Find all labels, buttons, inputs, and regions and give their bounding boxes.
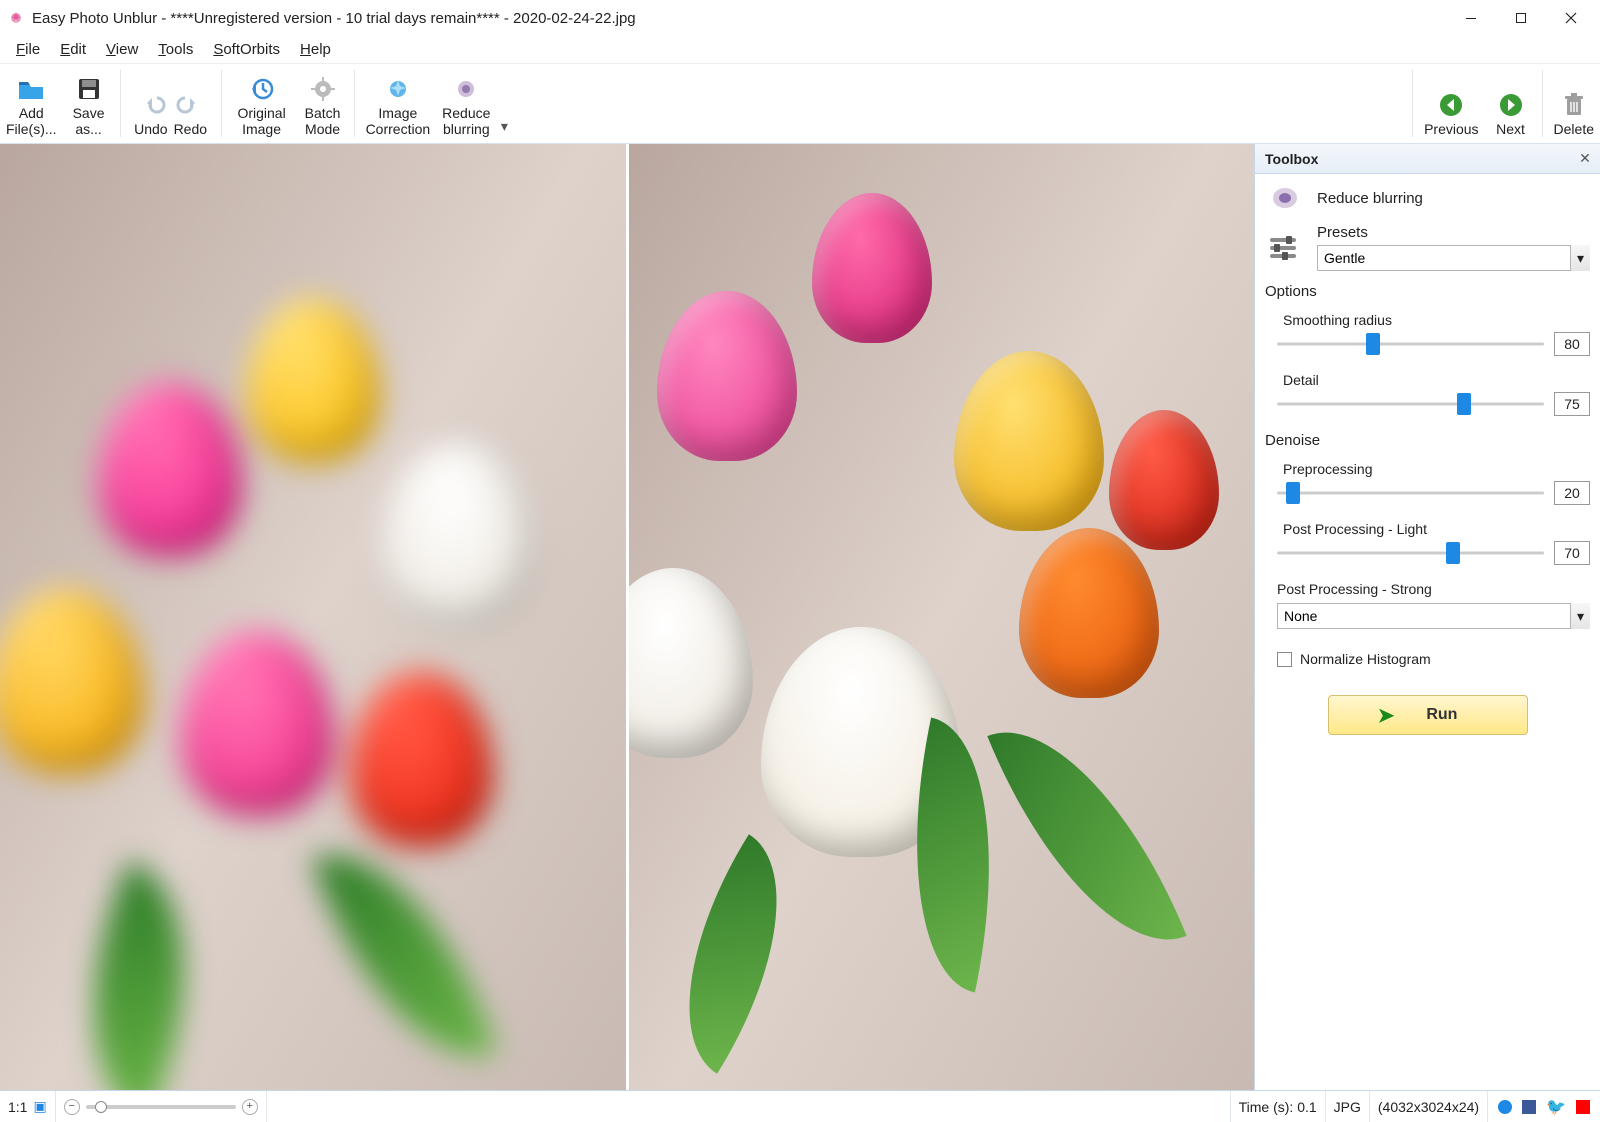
previous-button[interactable]: Previous [1418, 64, 1484, 143]
window-title: Easy Photo Unblur - ****Unregistered ver… [32, 10, 1446, 27]
status-dimensions: (4032x3024x24) [1370, 1091, 1488, 1122]
undo-label[interactable]: Undo [134, 121, 167, 137]
sparkle-icon [386, 73, 410, 105]
trash-icon [1563, 89, 1585, 121]
next-button[interactable]: Next [1485, 64, 1537, 143]
zoom-slider[interactable] [86, 1105, 236, 1109]
twitter-icon[interactable]: 🐦 [1546, 1097, 1566, 1117]
postprocessing-light-slider[interactable] [1277, 543, 1544, 563]
smoothing-radius-value[interactable]: 80 [1554, 332, 1590, 356]
facebook-icon[interactable] [1522, 1100, 1536, 1114]
batch-mode-button[interactable]: BatchMode [297, 64, 349, 143]
title-bar: Easy Photo Unblur - ****Unregistered ver… [0, 0, 1600, 36]
toolbox-close-icon[interactable]: ✕ [1576, 150, 1594, 168]
preprocessing-label: Preprocessing [1283, 461, 1590, 477]
arrow-left-icon [1438, 89, 1464, 121]
run-arrow-icon: ➤ [1378, 703, 1395, 728]
image-canvas[interactable] [0, 144, 1254, 1090]
youtube-icon[interactable] [1576, 1100, 1590, 1114]
add-files-button[interactable]: AddFile(s)... [0, 64, 63, 143]
toolbox-panel: Toolbox ✕ Reduce blurring Presets ▾ Opti… [1254, 144, 1600, 1090]
main-area: Toolbox ✕ Reduce blurring Presets ▾ Opti… [0, 144, 1600, 1090]
toolbox-mode-label: Reduce blurring [1317, 190, 1423, 207]
postprocessing-light-label: Post Processing - Light [1283, 521, 1590, 537]
delete-button[interactable]: Delete [1548, 64, 1600, 143]
status-format: JPG [1326, 1091, 1370, 1122]
folder-open-icon [17, 73, 45, 105]
redo-label[interactable]: Redo [174, 121, 207, 137]
preprocessing-value[interactable]: 20 [1554, 481, 1590, 505]
menu-help[interactable]: Help [290, 38, 341, 61]
blur-circle-icon [454, 73, 478, 105]
preprocessing-slider[interactable] [1277, 483, 1544, 503]
preview-after [629, 144, 1255, 1090]
zoom-ratio[interactable]: 1:1 ▣ [0, 1091, 56, 1122]
toolbar: AddFile(s)... Saveas... Undo Redo Origin… [0, 64, 1600, 144]
app-icon [8, 10, 24, 26]
run-button[interactable]: ➤ Run [1328, 695, 1528, 735]
gear-icon [311, 73, 335, 105]
postprocessing-strong-label: Post Processing - Strong [1277, 581, 1590, 597]
detail-label: Detail [1283, 372, 1590, 388]
arrow-right-icon [1498, 89, 1524, 121]
toolbox-title: Toolbox [1265, 151, 1576, 167]
image-correction-button[interactable]: ImageCorrection [360, 64, 437, 143]
fit-screen-icon[interactable]: ▣ [33, 1098, 46, 1115]
postprocessing-strong-select[interactable] [1277, 603, 1590, 629]
menu-tools[interactable]: Tools [148, 38, 203, 61]
save-as-button[interactable]: Saveas... [63, 64, 115, 143]
normalize-histogram-checkbox[interactable] [1277, 652, 1292, 667]
smoothing-radius-label: Smoothing radius [1283, 312, 1590, 328]
presets-label: Presets [1317, 224, 1590, 241]
preview-before [0, 144, 626, 1090]
status-time: Time (s): 0.1 [1231, 1091, 1326, 1122]
minimize-button[interactable] [1446, 0, 1496, 36]
close-button[interactable] [1546, 0, 1596, 36]
normalize-histogram-label: Normalize Histogram [1300, 651, 1431, 667]
detail-value[interactable]: 75 [1554, 392, 1590, 416]
blur-mode-icon [1265, 182, 1305, 214]
zoom-out-button[interactable]: − [64, 1099, 80, 1115]
undo-icon[interactable] [144, 93, 166, 118]
info-icon[interactable] [1498, 1100, 1512, 1114]
reduce-blurring-button[interactable]: Reduceblurring [436, 64, 496, 143]
redo-icon[interactable] [176, 93, 198, 118]
floppy-disk-icon [77, 73, 101, 105]
status-social-icons: 🐦 [1488, 1091, 1600, 1122]
menu-softorbits[interactable]: SoftOrbits [203, 38, 290, 61]
toolbar-overflow[interactable]: ▾ [496, 64, 512, 143]
menu-bar: File Edit View Tools SoftOrbits Help [0, 36, 1600, 64]
options-section-label: Options [1265, 283, 1590, 300]
undo-redo-group: Undo Redo [126, 64, 216, 143]
smoothing-radius-slider[interactable] [1277, 334, 1544, 354]
menu-file[interactable]: File [6, 38, 50, 61]
menu-view[interactable]: View [96, 38, 148, 61]
toolbox-header: Toolbox ✕ [1255, 144, 1600, 174]
status-spacer [267, 1091, 1231, 1122]
maximize-button[interactable] [1496, 0, 1546, 36]
menu-edit[interactable]: Edit [50, 38, 96, 61]
status-bar: 1:1 ▣ − + Time (s): 0.1 JPG (4032x3024x2… [0, 1090, 1600, 1122]
presets-icon [1265, 232, 1305, 264]
presets-select[interactable] [1317, 245, 1590, 271]
zoom-controls: − + [56, 1091, 267, 1122]
postprocessing-light-value[interactable]: 70 [1554, 541, 1590, 565]
zoom-in-button[interactable]: + [242, 1099, 258, 1115]
detail-slider[interactable] [1277, 394, 1544, 414]
denoise-section-label: Denoise [1265, 432, 1590, 449]
clock-back-icon [250, 73, 274, 105]
original-image-button[interactable]: OriginalImage [227, 64, 297, 143]
